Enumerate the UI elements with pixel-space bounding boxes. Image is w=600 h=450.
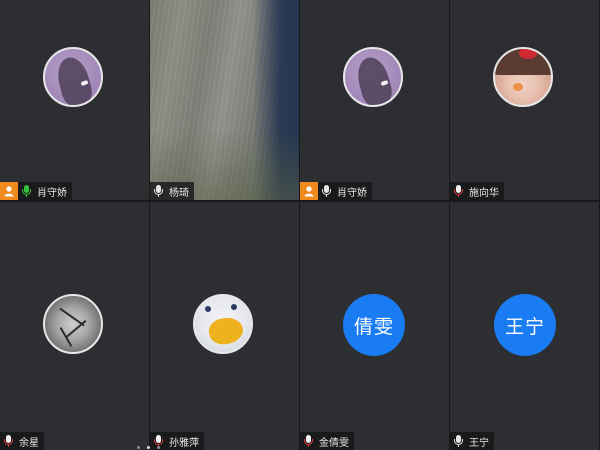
- participant-tile[interactable]: 肖守娇: [0, 0, 149, 200]
- participant-label: 肖守娇: [0, 182, 72, 200]
- mic-muted-icon: [303, 434, 315, 448]
- participant-name: 孙雅萍: [169, 437, 199, 449]
- avatar-stroke: [65, 319, 87, 339]
- page-indicator[interactable]: [137, 446, 160, 449]
- host-icon: [0, 182, 18, 200]
- avatar-food: [513, 83, 523, 91]
- participant-tile[interactable]: 余星: [0, 202, 149, 450]
- mic-icon: [153, 184, 165, 198]
- avatar: [43, 294, 103, 354]
- host-icon: [300, 182, 318, 200]
- avatar-silhouette: [53, 53, 95, 105]
- avatar-stroke: [59, 326, 73, 348]
- avatar-initials: 王宁: [494, 294, 556, 356]
- video-grid: 肖守娇 杨琦 肖守娇 施向华 余星 孙雅萍 倩雯 金倩雯 王宁 王宁: [0, 0, 600, 450]
- participant-label: 杨琦: [150, 182, 194, 200]
- mic-muted-icon: [3, 434, 15, 448]
- participant-video-tile[interactable]: 杨琦: [150, 0, 299, 200]
- avatar: [493, 47, 553, 107]
- participant-tile[interactable]: 王宁 王宁: [450, 202, 599, 450]
- participant-tile[interactable]: 孙雅萍: [150, 202, 299, 450]
- participant-tile[interactable]: 倩雯 金倩雯: [300, 202, 449, 450]
- participant-tile[interactable]: 肖守娇: [300, 0, 449, 200]
- participant-tile[interactable]: 施向华: [450, 0, 599, 200]
- avatar-eye: [231, 304, 237, 310]
- participant-label: 金倩雯: [300, 432, 354, 450]
- participant-label: 施向华: [450, 182, 504, 200]
- mic-icon: [321, 184, 333, 198]
- avatar-silhouette: [353, 53, 395, 105]
- mic-muted-icon: [453, 184, 465, 198]
- mic-active-icon: [21, 184, 33, 198]
- participant-name: 杨琦: [169, 187, 189, 199]
- participant-name: 施向华: [469, 187, 499, 199]
- participant-name: 肖守娇: [337, 187, 367, 199]
- avatar-bow: [519, 49, 537, 59]
- participant-name: 肖守娇: [37, 187, 67, 199]
- page-dot-current[interactable]: [147, 446, 150, 449]
- participant-name: 王宁: [469, 437, 489, 449]
- page-dot[interactable]: [157, 446, 160, 449]
- participant-name: 余星: [19, 437, 39, 449]
- avatar-eye: [205, 306, 211, 312]
- page-dot[interactable]: [137, 446, 140, 449]
- avatar-beak: [206, 314, 246, 348]
- participant-label: 肖守娇: [300, 182, 372, 200]
- avatar: [343, 47, 403, 107]
- avatar-initials: 倩雯: [343, 294, 405, 356]
- mic-icon: [453, 434, 465, 448]
- avatar: [43, 47, 103, 107]
- participant-label: 王宁: [450, 432, 494, 450]
- avatar: [193, 294, 253, 354]
- participant-name: 金倩雯: [319, 437, 349, 449]
- participant-label: 余星: [0, 432, 44, 450]
